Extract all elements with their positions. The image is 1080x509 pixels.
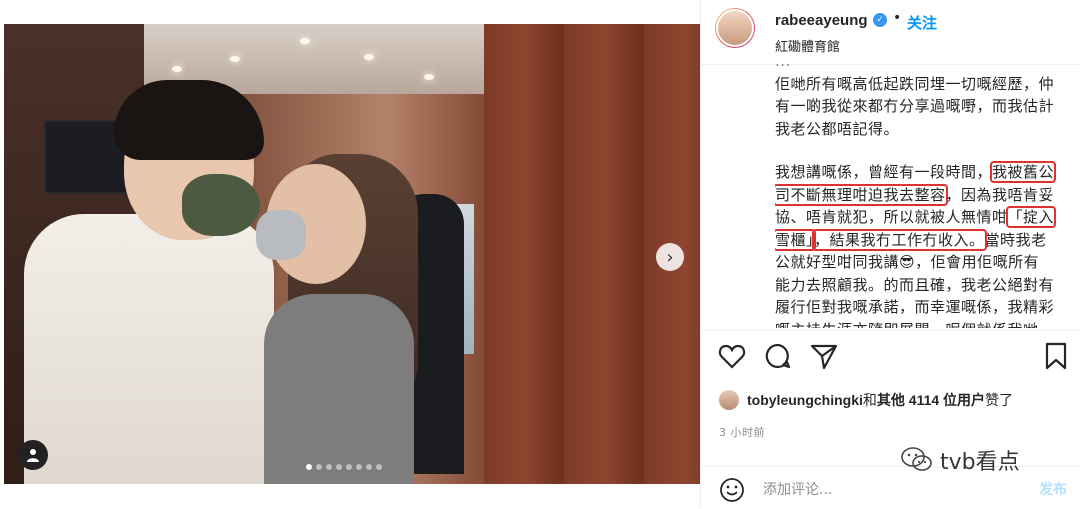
likes-others-link[interactable]: 其他 4114 位用户 [877, 390, 985, 410]
share-icon[interactable] [809, 341, 839, 371]
watermark: tvb看点 [900, 444, 1020, 476]
caption-line: 公就好型咁同我講😎，佢會用佢嘅所有 [775, 253, 1040, 271]
caption-line: 佢哋所有嘅高低起跌同埋一切嘅經歷，仲 [775, 74, 1055, 93]
follow-button[interactable]: 关注 [907, 12, 937, 33]
post-header: rabeeayeung ✓ • 关注 紅磡體育館 [701, 0, 1080, 65]
carousel-dot [326, 464, 332, 470]
avatar[interactable] [715, 8, 755, 48]
highlight-box: 我被舊公 [990, 161, 1057, 183]
heart-icon[interactable] [717, 341, 747, 371]
chevron-right-icon: › [666, 246, 674, 268]
separator-dot: • [893, 10, 902, 26]
caption-line: 協、唔肯就犯，所以就被人無情咁「掟入 [775, 206, 1075, 229]
post-actions [701, 330, 1080, 379]
likes-and: 和 [862, 393, 877, 409]
caption-line: 有一啲我從來都冇分享過嘅嘢，而我估計 [775, 97, 1055, 115]
carousel-dot [316, 464, 322, 470]
post-caption: ... 佢哋所有嘅高低起跌同埋一切嘅經歷，仲 有一啲我從來都冇分享過嘅嘢，而我估… [775, 64, 1075, 328]
highlight-box: 雪櫃」 [775, 228, 817, 251]
post-timestamp[interactable]: 3 小时前 [719, 424, 765, 440]
post-comment-button[interactable]: 发布 [1039, 479, 1067, 499]
emoji-icon[interactable] [719, 477, 745, 503]
caption-line: 我老公都唔記得。 [775, 119, 900, 138]
comment-input[interactable]: 添加评论... [763, 479, 832, 499]
location-link[interactable]: 紅磡體育館 [775, 36, 840, 55]
tagged-users-button[interactable] [18, 440, 48, 470]
user-icon [27, 449, 39, 462]
highlight-box: 「掟入 [1005, 206, 1057, 228]
caption-line: 嘅主持生涯亦隨即展開。呢個就係我哋 [775, 319, 1075, 329]
comment-icon[interactable] [763, 341, 793, 371]
caption-line: 履行佢對我嘅承諾，而幸運嘅係，我精彩 [775, 298, 1055, 316]
liker-username[interactable]: tobyleungchingki [747, 392, 863, 408]
caption-text: 當時我老 [984, 230, 1047, 249]
caption-line: 能力去照顧我。的而且確，我老公絕對有 [775, 275, 1055, 294]
likes-summary: tobyleungchingki 和 其他 4114 位用户 赞了 [719, 390, 1013, 410]
highlight-box: 司不斷無理咁迫我去整容 [775, 183, 948, 206]
bookmark-icon[interactable] [1041, 341, 1071, 371]
caption-text: ，因為我唔肯妥 [945, 185, 1055, 204]
comment-bar: 添加评论... 发布 [701, 466, 1080, 509]
carousel-dot [376, 464, 382, 470]
carousel-dot [306, 464, 312, 470]
carousel-dot [346, 464, 352, 470]
watermark-text: tvb看点 [940, 450, 1020, 475]
verified-badge-icon: ✓ [873, 13, 887, 27]
caption-line: 司不斷無理咁迫我去整容，因為我唔肯妥 [775, 183, 1075, 207]
likes-suffix: 赞了 [985, 393, 1014, 409]
post-photo[interactable] [4, 24, 700, 484]
caption-line: 我想講嘅係，曾經有一段時間，我被舊公 [775, 161, 1075, 184]
caption-text: 協、唔肯就犯，所以就被人無情咁 [775, 208, 1008, 226]
caption-line: 雪櫃」，結果我冇工作冇收入。當時我老 [775, 228, 1075, 252]
carousel-dot [356, 464, 362, 470]
carousel-indicator [306, 464, 382, 470]
carousel-dot [336, 464, 342, 470]
carousel-dot [366, 464, 372, 470]
username-link[interactable]: rabeeayeung [775, 12, 868, 29]
avatar[interactable] [719, 390, 739, 410]
carousel-next-button[interactable]: › [656, 243, 684, 271]
post-side-panel: rabeeayeung ✓ • 关注 紅磡體育館 ... 佢哋所有嘅高低起跌同埋… [700, 0, 1080, 508]
caption-line: ... [775, 64, 1075, 73]
highlight-box: ，結果我冇工作冇收入。 [812, 228, 987, 251]
caption-text: 我想講嘅係，曾經有一段時間， [775, 163, 993, 181]
wechat-icon [901, 447, 932, 471]
